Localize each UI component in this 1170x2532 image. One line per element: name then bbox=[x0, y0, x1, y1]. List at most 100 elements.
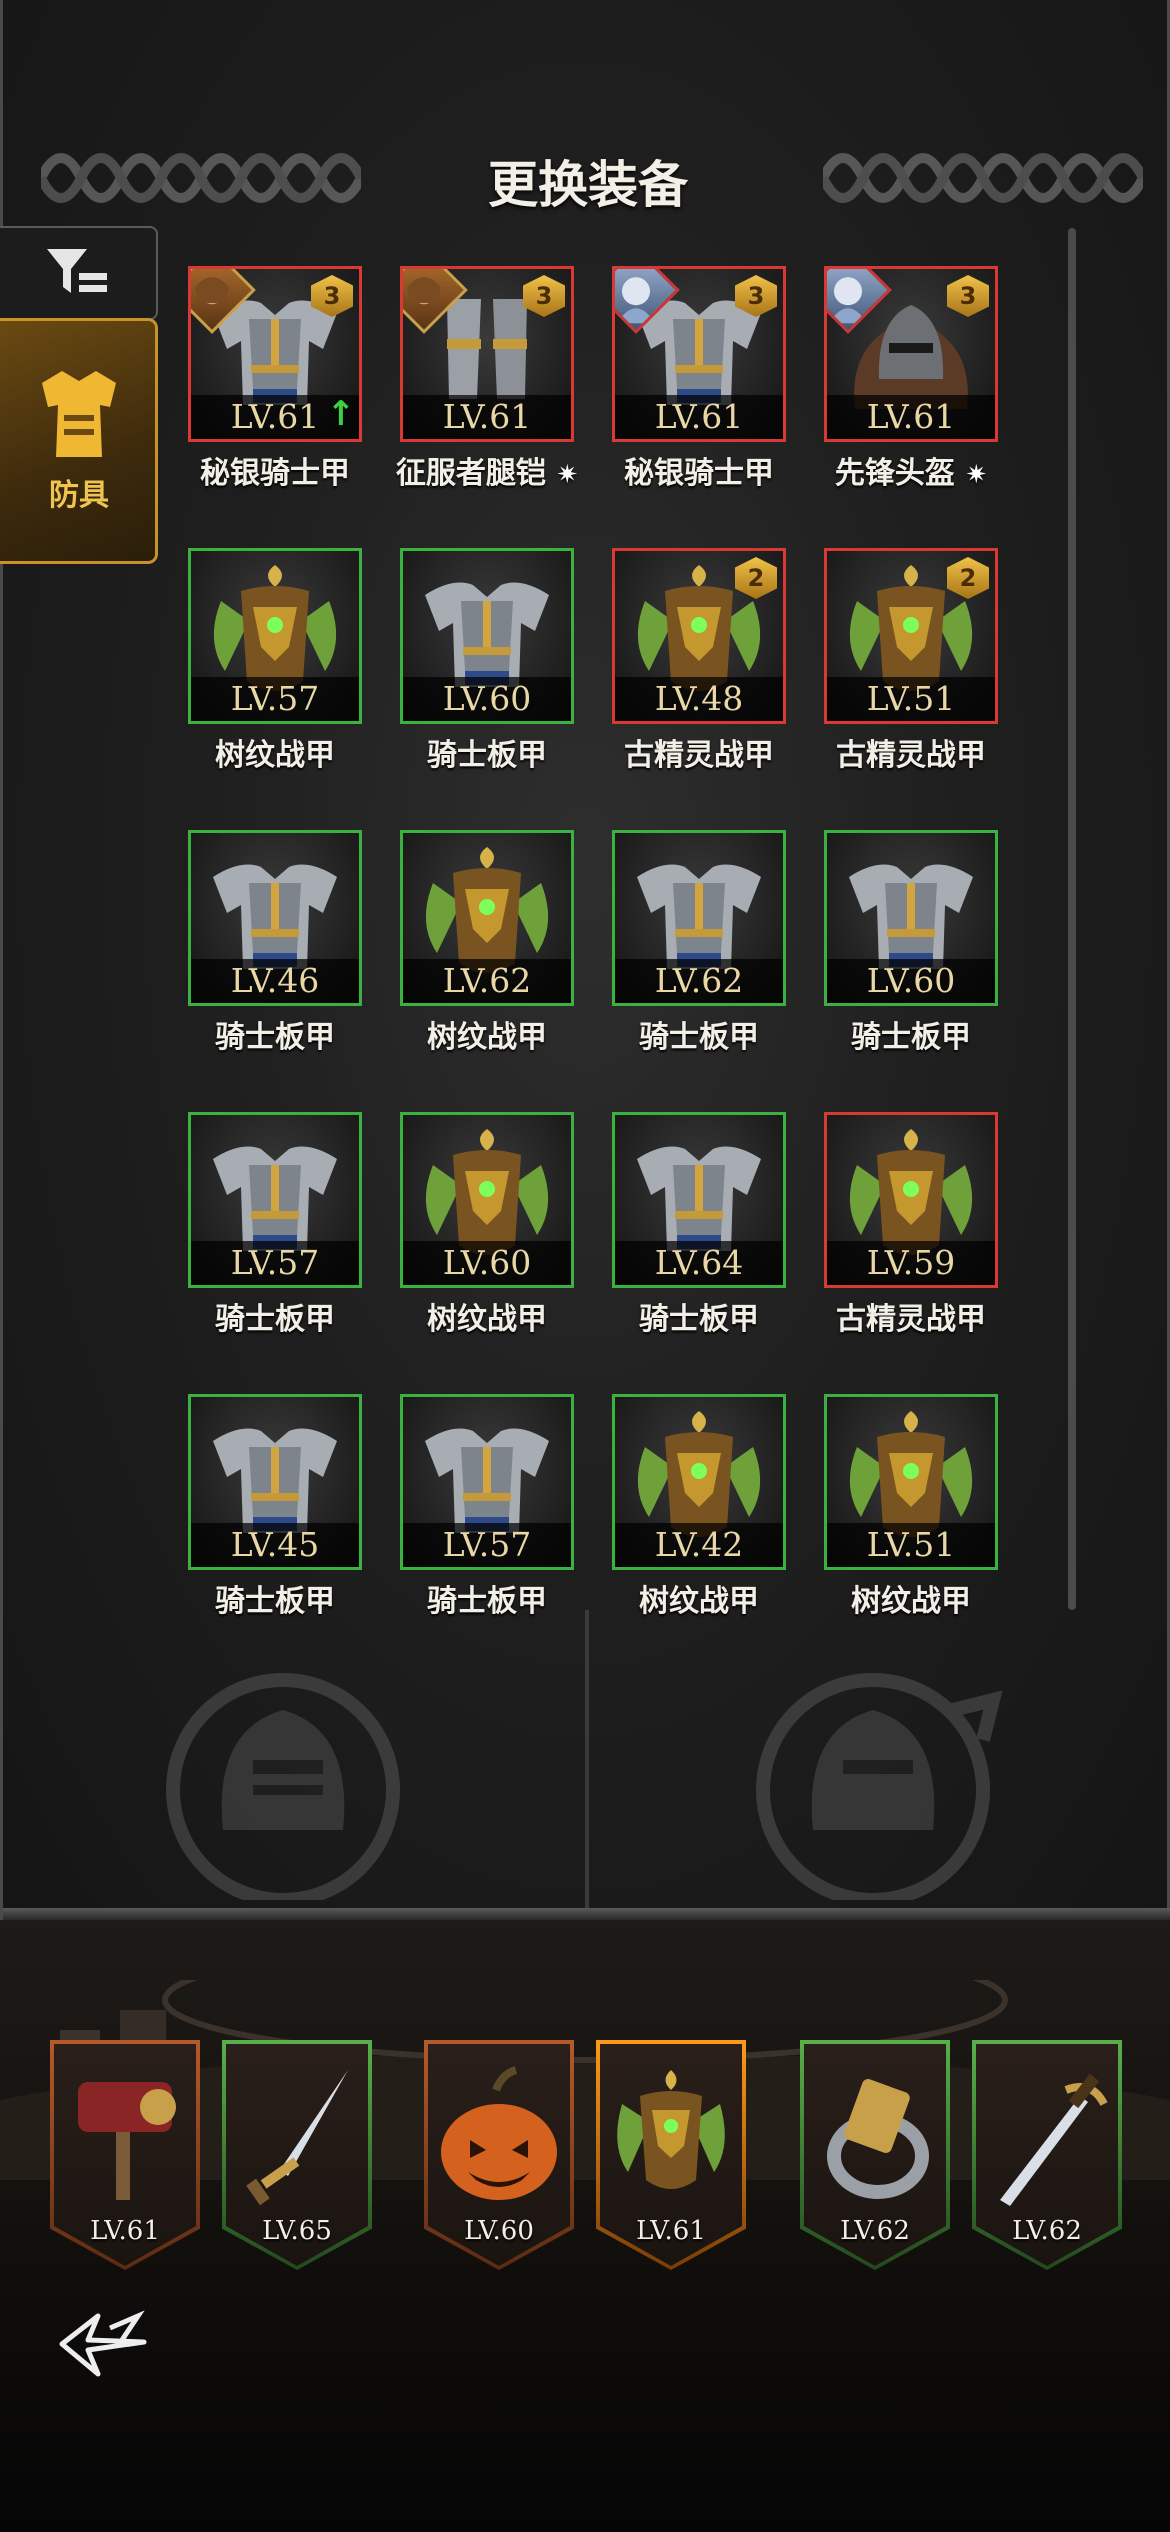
knight-helmet-emblem-right bbox=[756, 1673, 1003, 1900]
slot-level: LV.65 bbox=[262, 2216, 332, 2246]
filter-icon bbox=[47, 249, 107, 293]
equipment-card[interactable]: 2 LV.48 bbox=[612, 548, 786, 724]
equipment-card[interactable]: LV.51 bbox=[824, 1394, 998, 1570]
item-name-text: 树纹战甲 bbox=[427, 1020, 547, 1055]
item-level: LV.48 bbox=[615, 677, 783, 721]
item-name: 征服者腿铠 ✷ bbox=[382, 448, 592, 492]
equipment-card[interactable]: LV.59 bbox=[824, 1112, 998, 1288]
item-level: LV.61 bbox=[403, 395, 571, 439]
item-level: LV.61 bbox=[615, 395, 783, 439]
item-name: 秘银骑士甲 bbox=[594, 448, 804, 492]
item-name: 树纹战甲 bbox=[170, 730, 380, 774]
item-name-text: 先锋头盔 bbox=[834, 456, 955, 491]
equipment-card[interactable]: 3 LV.61 bbox=[400, 266, 574, 442]
slot-level: LV.60 bbox=[464, 2216, 534, 2246]
item-name-text: 骑士板甲 bbox=[851, 1020, 971, 1055]
slot-level: LV.61 bbox=[636, 2216, 706, 2246]
equipment-card[interactable]: LV.45 bbox=[188, 1394, 362, 1570]
item-name: 树纹战甲 bbox=[382, 1294, 592, 1338]
item-name: 古精灵战甲 bbox=[806, 1294, 1016, 1338]
item-name: 骑士板甲 bbox=[170, 1294, 380, 1338]
upgrade-arrow-icon: ↑ bbox=[326, 394, 356, 434]
equipment-card[interactable]: 3 LV.61 bbox=[824, 266, 998, 442]
equipment-card[interactable]: LV.62 bbox=[400, 830, 574, 1006]
item-name: 骑士板甲 bbox=[594, 1012, 804, 1056]
item-level: LV.51 bbox=[827, 677, 995, 721]
item-level: LV.62 bbox=[403, 959, 571, 1003]
item-name: 骑士板甲 bbox=[170, 1012, 380, 1056]
item-name-text: 树纹战甲 bbox=[427, 1302, 547, 1337]
item-name: 树纹战甲 bbox=[594, 1576, 804, 1620]
equipment-card[interactable]: LV.60 bbox=[400, 548, 574, 724]
item-level: LV.42 bbox=[615, 1523, 783, 1567]
equipment-card[interactable]: LV.57 bbox=[188, 1112, 362, 1288]
item-name: 秘银骑士甲 bbox=[170, 448, 380, 492]
equipped-slot[interactable]: LV.65 bbox=[222, 2040, 372, 2270]
item-name: 骑士板甲 bbox=[170, 1576, 380, 1620]
equipped-slot[interactable]: LV.62 bbox=[800, 2040, 950, 2270]
item-name-text: 骑士板甲 bbox=[215, 1020, 335, 1055]
equipment-card[interactable]: LV.60 bbox=[824, 830, 998, 1006]
item-level: LV.60 bbox=[403, 1241, 571, 1285]
back-arrow-icon[interactable] bbox=[58, 2310, 152, 2380]
item-name-text: 古精灵战甲 bbox=[836, 1302, 986, 1337]
item-name: 骑士板甲 bbox=[806, 1012, 1016, 1056]
equipped-slot[interactable]: LV.60 bbox=[424, 2040, 574, 2270]
item-name-text: 树纹战甲 bbox=[639, 1584, 759, 1619]
item-name-text: 树纹战甲 bbox=[851, 1584, 971, 1619]
equipment-card[interactable]: LV.64 bbox=[612, 1112, 786, 1288]
equipment-card[interactable]: 2 LV.51 bbox=[824, 548, 998, 724]
special-star-icon: ✷ bbox=[965, 460, 988, 490]
equipment-card[interactable]: LV.57 bbox=[400, 1394, 574, 1570]
chest-armor-icon bbox=[42, 371, 116, 457]
equipment-card[interactable]: LV.62 bbox=[612, 830, 786, 1006]
slot-level: LV.62 bbox=[840, 2216, 910, 2246]
equipment-card[interactable]: LV.57 bbox=[188, 548, 362, 724]
item-level: LV.60 bbox=[827, 959, 995, 1003]
item-name: 先锋头盔 ✷ bbox=[806, 448, 1016, 492]
item-level: LV.60 bbox=[403, 677, 571, 721]
item-level: LV.57 bbox=[403, 1523, 571, 1567]
item-level: LV.45 bbox=[191, 1523, 359, 1567]
grid-scrollbar[interactable] bbox=[1068, 228, 1076, 1610]
knight-helmet-emblem-left bbox=[166, 1673, 400, 1900]
item-name: 骑士板甲 bbox=[594, 1294, 804, 1338]
item-name-text: 古精灵战甲 bbox=[836, 738, 986, 773]
item-name: 树纹战甲 bbox=[382, 1012, 592, 1056]
item-name-text: 征服者腿铠 bbox=[395, 456, 546, 491]
tab-armor[interactable] bbox=[0, 318, 158, 564]
item-name: 树纹战甲 bbox=[806, 1576, 1016, 1620]
item-name-text: 秘银骑士甲 bbox=[200, 456, 350, 491]
special-star-icon: ✷ bbox=[556, 460, 579, 490]
equipped-slot[interactable]: LV.61 bbox=[50, 2040, 200, 2270]
item-name-text: 秘银骑士甲 bbox=[624, 456, 774, 491]
equipment-card[interactable]: 3 LV.61 ↑ bbox=[188, 266, 362, 442]
equipped-slot[interactable]: LV.62 bbox=[972, 2040, 1122, 2270]
item-level: LV.51 bbox=[827, 1523, 995, 1567]
slot-level: LV.61 bbox=[90, 2216, 160, 2246]
item-name: 古精灵战甲 bbox=[806, 730, 1016, 774]
item-name-text: 骑士板甲 bbox=[427, 1584, 547, 1619]
item-level: LV.62 bbox=[615, 959, 783, 1003]
slot-level: LV.62 bbox=[1012, 2216, 1082, 2246]
tab-armor-label: 防具 bbox=[49, 478, 109, 513]
item-level: LV.57 bbox=[191, 677, 359, 721]
page-title: 更换装备 bbox=[488, 155, 688, 214]
item-level: LV.46 bbox=[191, 959, 359, 1003]
panel-divider bbox=[585, 1610, 589, 1920]
equipment-card[interactable]: LV.46 bbox=[188, 830, 362, 1006]
item-name-text: 骑士板甲 bbox=[427, 738, 547, 773]
item-name: 古精灵战甲 bbox=[594, 730, 804, 774]
item-level: LV.59 bbox=[827, 1241, 995, 1285]
equipment-card[interactable]: LV.60 bbox=[400, 1112, 574, 1288]
panel-edge bbox=[3, 1908, 1170, 1920]
item-name-text: 骑士板甲 bbox=[215, 1302, 335, 1337]
item-name-text: 树纹战甲 bbox=[215, 738, 335, 773]
item-name-text: 古精灵战甲 bbox=[624, 738, 774, 773]
equipment-card[interactable]: LV.42 bbox=[612, 1394, 786, 1570]
equipment-card[interactable]: 3 LV.61 bbox=[612, 266, 786, 442]
filter-button[interactable] bbox=[0, 226, 158, 320]
item-name: 骑士板甲 bbox=[382, 730, 592, 774]
item-level: LV.64 bbox=[615, 1241, 783, 1285]
equipped-slot[interactable]: LV.61 bbox=[596, 2040, 746, 2270]
